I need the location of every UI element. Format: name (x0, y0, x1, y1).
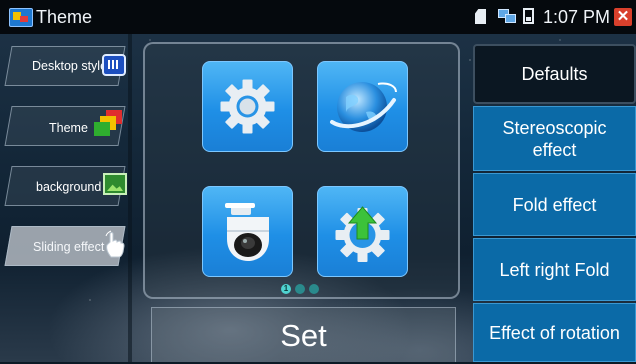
update-gear-icon (335, 206, 390, 262)
effect-of-rotation-option[interactable]: Effect of rotation (473, 303, 636, 362)
page-dot[interactable] (295, 284, 305, 294)
menu-item-label: Desktop style (32, 59, 108, 73)
option-label: Effect of rotation (489, 322, 620, 343)
page-dot[interactable] (309, 284, 319, 294)
stereoscopic-effect-option[interactable]: Stereoscopic effect (473, 106, 636, 171)
option-label: Left right Fold (499, 259, 610, 280)
page-dot-current[interactable]: 1 (281, 284, 291, 294)
defaults-label: Defaults (521, 64, 588, 84)
left-right-fold-option[interactable]: Left right Fold (473, 238, 636, 301)
network-icon (498, 9, 516, 23)
left-divider (128, 34, 132, 362)
sd-card-icon (475, 9, 486, 24)
theme-preview-panel (143, 42, 460, 299)
tile-ptz[interactable] (202, 186, 293, 277)
close-icon[interactable]: ✕ (614, 8, 632, 26)
page-indicator: 1 (281, 284, 321, 296)
tile-internet[interactable] (317, 61, 408, 152)
set-button[interactable]: Set (151, 307, 456, 362)
app-title: Theme (36, 7, 93, 27)
app-theme-icon (9, 8, 33, 27)
status-bar: Theme 1:07 PM ✕ (0, 0, 636, 34)
fold-effect-option[interactable]: Fold effect (473, 173, 636, 236)
hand-swipe-icon (104, 230, 126, 258)
tile-settings[interactable] (202, 61, 293, 152)
clock: 1:07 PM (543, 7, 611, 27)
menu-item-label: Theme (49, 121, 88, 135)
ptz-camera-icon (225, 203, 269, 261)
option-label: Fold effect (512, 194, 597, 215)
gear-icon (220, 79, 275, 134)
background-image-icon (103, 173, 127, 195)
desktop-style-icon (102, 54, 126, 76)
menu-item-label: Sliding effect (33, 240, 105, 254)
defaults-button[interactable]: Defaults (473, 44, 636, 104)
menu-item-label: background (36, 180, 102, 194)
option-label: Stereoscopic effect (502, 117, 607, 160)
battery-icon (523, 8, 534, 24)
globe-icon (330, 82, 397, 132)
theme-squares-icon (94, 110, 124, 138)
tile-update[interactable] (317, 186, 408, 277)
